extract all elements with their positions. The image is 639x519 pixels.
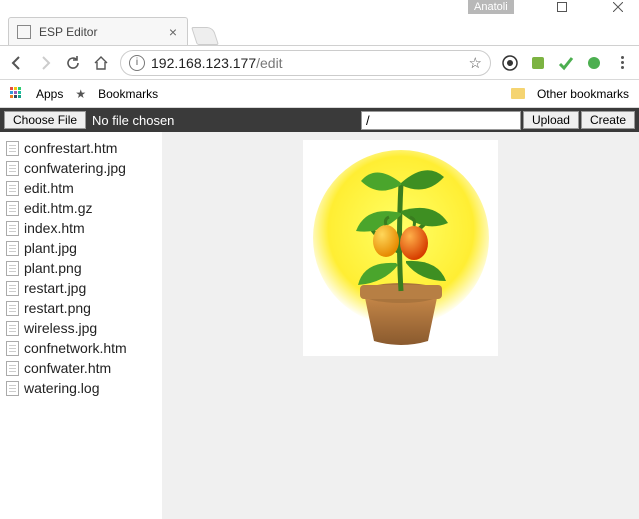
file-name: plant.png	[24, 260, 82, 276]
extension-icon-4[interactable]	[585, 54, 603, 72]
reload-button[interactable]	[64, 54, 82, 72]
file-item[interactable]: confwater.htm	[4, 358, 158, 378]
file-icon	[6, 161, 19, 176]
new-tab-button[interactable]	[191, 27, 219, 45]
browser-menu-button[interactable]	[613, 54, 631, 72]
file-name: watering.log	[24, 380, 100, 396]
file-item[interactable]: plant.jpg	[4, 238, 158, 258]
file-name: confwatering.jpg	[24, 160, 126, 176]
file-icon	[6, 261, 19, 276]
other-bookmarks-label[interactable]: Other bookmarks	[537, 87, 629, 101]
apps-icon[interactable]	[10, 87, 24, 101]
file-item[interactable]: plant.png	[4, 258, 158, 278]
path-input[interactable]	[361, 111, 521, 130]
file-item[interactable]: confnetwork.htm	[4, 338, 158, 358]
file-name: restart.png	[24, 300, 91, 316]
file-icon	[6, 381, 19, 396]
file-name: plant.jpg	[24, 240, 77, 256]
bookmarks-label[interactable]: Bookmarks	[98, 87, 158, 101]
file-icon	[6, 181, 19, 196]
file-name: confwater.htm	[24, 360, 111, 376]
file-icon	[6, 241, 19, 256]
tab-strip: ESP Editor ×	[0, 14, 639, 46]
folder-icon	[511, 88, 525, 99]
browser-toolbar: i 192.168.123.177/edit ☆	[0, 46, 639, 80]
file-icon	[6, 301, 19, 316]
back-button[interactable]	[8, 54, 26, 72]
file-icon	[6, 221, 19, 236]
forward-button[interactable]	[36, 54, 54, 72]
upload-button[interactable]: Upload	[523, 111, 579, 129]
file-icon	[6, 281, 19, 296]
extension-icon-2[interactable]	[529, 54, 547, 72]
bookmark-star-icon[interactable]: ☆	[469, 54, 482, 72]
file-icon	[6, 201, 19, 216]
browser-tab[interactable]: ESP Editor ×	[8, 17, 188, 45]
maximize-button[interactable]	[547, 1, 577, 13]
file-name: edit.htm	[24, 180, 74, 196]
file-icon	[6, 321, 19, 336]
file-item[interactable]: index.htm	[4, 218, 158, 238]
tab-title: ESP Editor	[39, 25, 161, 39]
file-icon	[6, 141, 19, 156]
file-viewer	[162, 132, 639, 519]
file-item[interactable]: edit.htm.gz	[4, 198, 158, 218]
file-icon	[6, 341, 19, 356]
file-item[interactable]: watering.log	[4, 378, 158, 398]
bookmarks-folder-icon: ★	[75, 87, 86, 101]
file-item[interactable]: restart.jpg	[4, 278, 158, 298]
apps-label[interactable]: Apps	[36, 87, 63, 101]
file-name: restart.jpg	[24, 280, 86, 296]
create-button[interactable]: Create	[581, 111, 635, 129]
address-bar[interactable]: i 192.168.123.177/edit ☆	[120, 50, 491, 76]
file-list-sidebar: confrestart.htm confwatering.jpg edit.htm e…	[0, 132, 162, 519]
profile-badge[interactable]: Anatoli	[468, 0, 514, 14]
close-tab-icon[interactable]: ×	[169, 24, 177, 40]
extension-icons	[501, 54, 603, 72]
url-text: 192.168.123.177/edit	[151, 55, 283, 71]
home-button[interactable]	[92, 54, 110, 72]
close-window-button[interactable]	[603, 1, 633, 13]
editor-action-bar: Choose File No file chosen Upload Create	[0, 108, 639, 132]
extension-icon-1[interactable]	[501, 54, 519, 72]
plant-image	[303, 140, 498, 356]
file-name: index.htm	[24, 220, 85, 236]
file-icon	[6, 361, 19, 376]
extension-icon-3[interactable]	[557, 54, 575, 72]
file-chosen-label: No file chosen	[92, 113, 174, 128]
file-item[interactable]: confrestart.htm	[4, 138, 158, 158]
file-name: wireless.jpg	[24, 320, 97, 336]
file-item[interactable]: edit.htm	[4, 178, 158, 198]
bookmarks-bar: Apps ★ Bookmarks Other bookmarks	[0, 80, 639, 108]
file-item[interactable]: confwatering.jpg	[4, 158, 158, 178]
choose-file-button[interactable]: Choose File	[4, 111, 86, 129]
site-info-icon[interactable]: i	[129, 55, 145, 71]
file-name: confnetwork.htm	[24, 340, 127, 356]
file-name: edit.htm.gz	[24, 200, 92, 216]
file-item[interactable]: wireless.jpg	[4, 318, 158, 338]
file-name: confrestart.htm	[24, 140, 117, 156]
window-titlebar: Anatoli	[0, 0, 639, 14]
file-item[interactable]: restart.png	[4, 298, 158, 318]
favicon-icon	[17, 25, 31, 39]
